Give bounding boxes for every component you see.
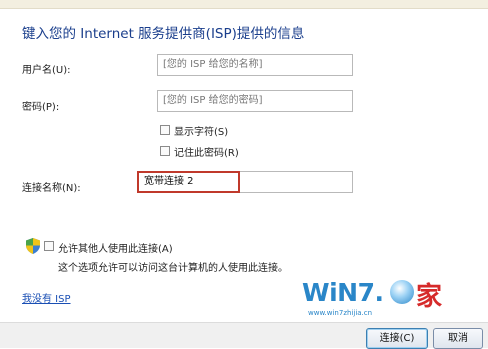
show-characters-checkbox[interactable] (160, 125, 170, 135)
password-input[interactable]: [您的 ISP 给您的密码] (157, 90, 353, 112)
windows-orb-icon (390, 280, 414, 304)
watermark-url: www.win7zhijia.cn (308, 309, 373, 317)
password-label: 密码(P): (22, 102, 60, 113)
username-label: 用户名(U): (22, 65, 71, 76)
username-input[interactable]: [您的 ISP 给您的名称] (157, 54, 353, 76)
allow-others-label: 允许其他人使用此连接(A) (58, 244, 173, 255)
show-characters-label: 显示字符(S) (174, 127, 229, 138)
watermark-brand: WiN7. (302, 278, 384, 307)
window-top-strip (0, 0, 488, 9)
watermark-char: 家 (416, 282, 443, 312)
remember-password-checkbox[interactable] (160, 146, 170, 156)
cancel-button[interactable]: 取消 (433, 328, 483, 349)
connection-name-value[interactable]: 宽带连接 2 (137, 171, 240, 193)
connection-name-label: 连接名称(N): (22, 183, 81, 194)
page-title: 键入您的 Internet 服务提供商(ISP)提供的信息 (22, 26, 305, 42)
allow-others-hint: 这个选项允许可以访问这台计算机的人使用此连接。 (58, 263, 288, 274)
shield-icon (26, 238, 40, 254)
connect-button[interactable]: 连接(C) (366, 328, 428, 349)
allow-others-checkbox[interactable] (44, 241, 54, 251)
remember-password-label: 记住此密码(R) (174, 148, 239, 159)
watermark-logo: WiN7. 家 www.win7zhijia.cn (302, 278, 452, 322)
no-isp-link[interactable]: 我没有 ISP (22, 290, 71, 305)
